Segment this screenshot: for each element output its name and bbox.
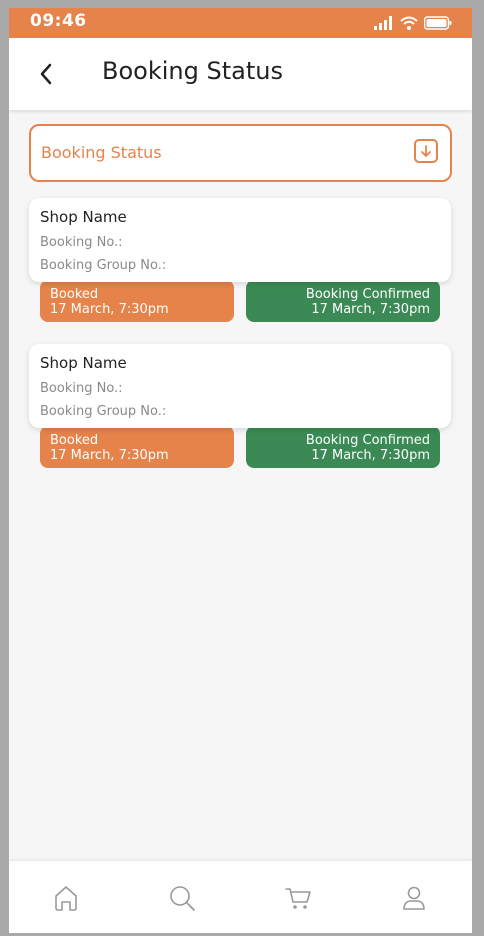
wifi-icon [400, 16, 418, 30]
booking-group-number: Booking Group No.: [40, 258, 167, 273]
page-title: Booking Status [102, 57, 283, 85]
bottom-nav [9, 861, 472, 933]
status-icons [374, 15, 452, 31]
home-icon[interactable] [51, 883, 81, 913]
confirmed-time: 17 March, 7:30pm [311, 302, 430, 317]
booked-status-pill: Booked 17 March, 7:30pm [40, 280, 234, 322]
confirmed-label: Booking Confirmed [305, 433, 430, 448]
arrow-down-icon [414, 139, 438, 163]
confirmed-status-pill: Booking Confirmed 17 March, 7:30pm [246, 280, 440, 322]
profile-icon[interactable] [399, 883, 429, 913]
battery-icon [424, 16, 452, 30]
dropdown-label: Booking Status [41, 143, 162, 162]
app-header: Booking Status [9, 38, 472, 110]
cart-icon[interactable] [283, 883, 313, 913]
confirmed-status-pill: Booking Confirmed 17 March, 7:30pm [246, 426, 440, 468]
booking-number: Booking No.: [40, 235, 123, 250]
back-arrow-icon[interactable] [33, 60, 61, 88]
confirmed-label: Booking Confirmed [305, 287, 430, 302]
booking-group-number: Booking Group No.: [40, 404, 167, 419]
booking-item[interactable]: Booked 17 March, 7:30pm Booking Confirme… [29, 344, 452, 472]
booked-time: 17 March, 7:30pm [50, 302, 169, 317]
booking-status-dropdown[interactable]: Booking Status [29, 124, 452, 182]
booked-time: 17 March, 7:30pm [50, 448, 169, 463]
phone-screen: 09:46 Booking Status Booking Status Book… [9, 8, 472, 933]
booking-card[interactable]: Shop Name Booking No.: Booking Group No.… [29, 198, 451, 282]
shop-name: Shop Name [40, 354, 127, 372]
shop-name: Shop Name [40, 208, 127, 226]
booked-label: Booked [50, 433, 99, 448]
booked-label: Booked [50, 287, 99, 302]
status-bar: 09:46 [9, 8, 472, 38]
booking-card[interactable]: Shop Name Booking No.: Booking Group No.… [29, 344, 451, 428]
booking-item[interactable]: Booked 17 March, 7:30pm Booking Confirme… [29, 198, 452, 326]
search-icon[interactable] [167, 883, 197, 913]
status-time: 09:46 [30, 11, 87, 31]
booked-status-pill: Booked 17 March, 7:30pm [40, 426, 234, 468]
booking-number: Booking No.: [40, 381, 123, 396]
confirmed-time: 17 March, 7:30pm [311, 448, 430, 463]
signal-icon [374, 16, 392, 30]
